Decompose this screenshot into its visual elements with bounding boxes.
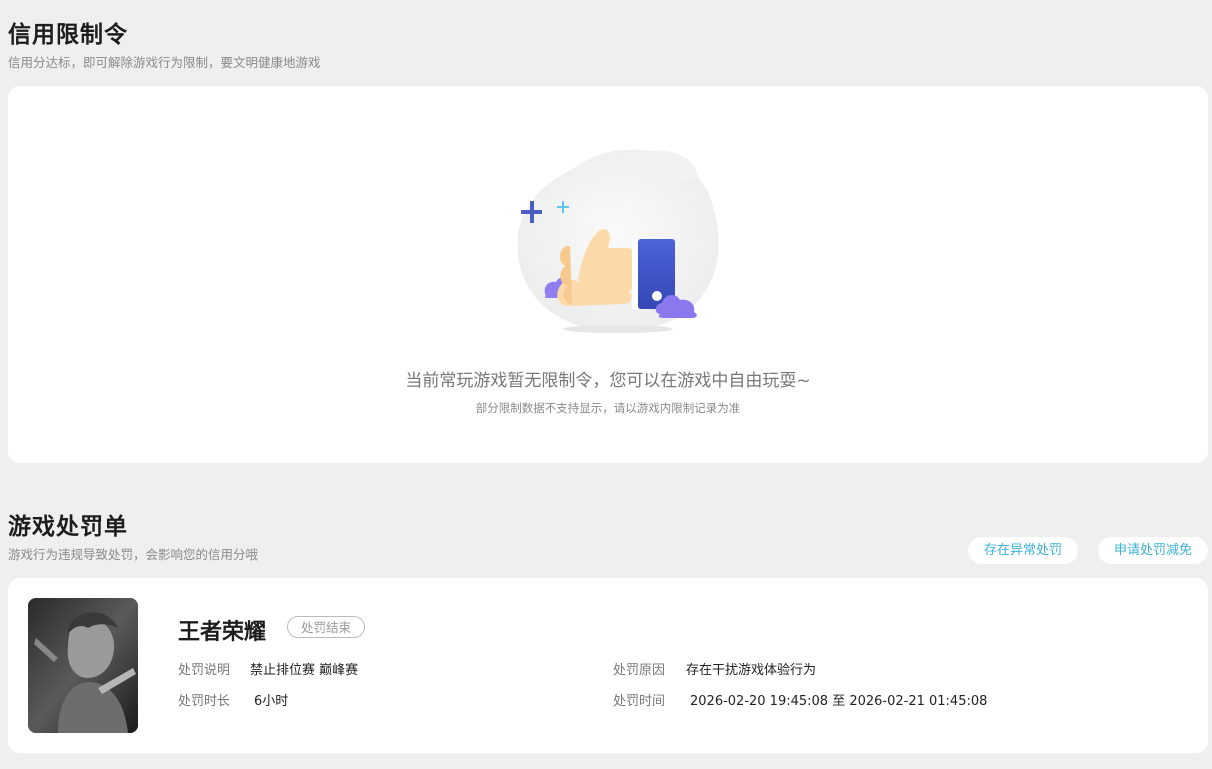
game-avatar <box>28 598 138 733</box>
penalty-section-subtitle: 游戏行为违规导致处罚，会影响您的信用分哦 <box>8 547 259 562</box>
game-name: 王者荣耀 <box>178 620 267 645</box>
thumbs-up-illustration <box>517 149 719 333</box>
penalty-duration-label: 处罚时长 <box>178 694 231 709</box>
penalty-desc-label: 处罚说明 <box>178 663 231 678</box>
penalty-reason-value: 存在干扰游戏体验行为 <box>686 663 817 678</box>
report-abnormal-penalty-button[interactable]: 存在异常处罚 <box>968 537 1078 564</box>
penalty-status-badge: 处罚结束 <box>287 616 366 638</box>
penalty-reason-label: 处罚原因 <box>613 663 666 678</box>
credit-section-subtitle: 信用分达标，即可解除游戏行为限制，要文明健康地游戏 <box>8 55 321 70</box>
penalty-time-value: 2026-02-20 19:45:08 至 2026-02-21 01:45:0… <box>690 694 988 709</box>
apply-penalty-reduction-button[interactable]: 申请处罚减免 <box>1098 537 1208 564</box>
penalty-desc-value: 禁止排位赛 巅峰赛 <box>250 663 359 678</box>
penalty-section-title: 游戏处罚单 <box>8 514 128 540</box>
credit-section-title: 信用限制令 <box>8 22 128 48</box>
penalty-record-card[interactable]: 王者荣耀 处罚结束 处罚说明 禁止排位赛 巅峰赛 处罚原因 存在干扰游戏体验行为… <box>8 578 1208 753</box>
penalty-duration-value: 6小时 <box>254 694 289 709</box>
credit-restriction-card: 当前常玩游戏暂无限制令，您可以在游戏中自由玩耍~ 部分限制数据不支持显示，请以游… <box>8 86 1208 463</box>
empty-state-note: 部分限制数据不支持显示，请以游戏内限制记录为准 <box>475 401 741 415</box>
penalty-time-label: 处罚时间 <box>613 694 666 709</box>
empty-state-message: 当前常玩游戏暂无限制令，您可以在游戏中自由玩耍~ <box>405 371 811 391</box>
